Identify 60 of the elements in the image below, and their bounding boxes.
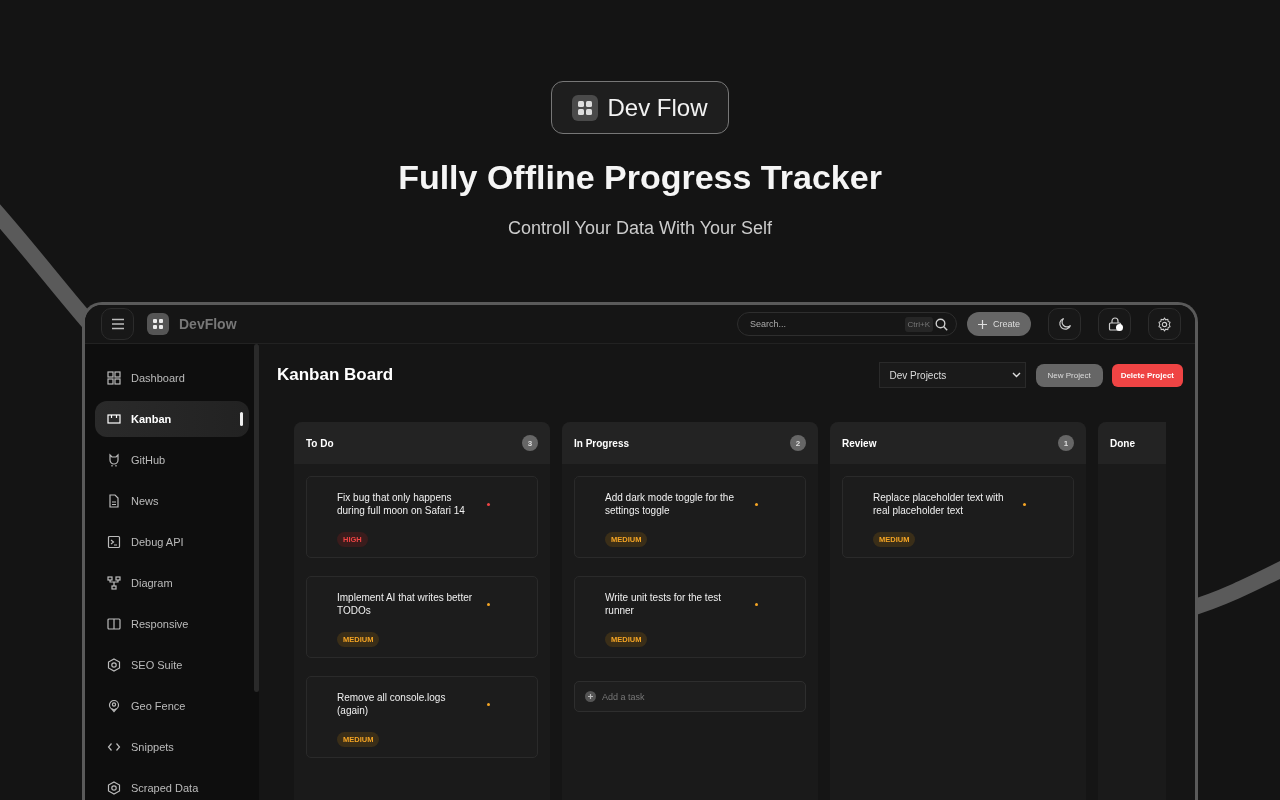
sidebar-item[interactable]: Responsive — [95, 606, 249, 642]
task-title: Fix bug that only happens during full moon on Safari 14 — [337, 491, 466, 517]
grid-icon — [107, 371, 121, 385]
add-task-button[interactable]: Add a task — [574, 681, 806, 712]
brand-name: Dev Flow — [607, 93, 708, 122]
sidebar-item[interactable]: News — [95, 483, 249, 519]
new-project-button[interactable]: New Project — [1035, 363, 1103, 387]
logo-icon — [147, 313, 169, 335]
task-title: Write unit tests for the test runner — [605, 591, 722, 617]
count-badge: 3 — [522, 435, 538, 451]
lock-icon — [1107, 317, 1122, 331]
terminal-icon — [107, 535, 121, 549]
hero-title: Fully Offline Progress Tracker — [398, 157, 882, 197]
document-icon — [107, 494, 121, 508]
moon-icon — [1057, 317, 1072, 331]
create-button[interactable]: Create — [967, 312, 1031, 336]
nodes-icon — [107, 576, 121, 590]
settings-button[interactable] — [1148, 308, 1181, 340]
project-dropdown[interactable]: Dev Projects — [878, 362, 1026, 388]
menu-button[interactable] — [101, 308, 134, 340]
search-icon — [935, 318, 948, 331]
sidebar-item[interactable]: Debug API — [95, 524, 249, 560]
menu-icon — [110, 318, 125, 330]
sidebar-item[interactable]: Snippets — [95, 729, 249, 765]
lock-button[interactable] — [1098, 308, 1131, 340]
app-name: DevFlow — [179, 316, 237, 332]
board-icon — [107, 412, 121, 426]
hexagon-icon — [107, 781, 121, 795]
sidebar-item[interactable]: SEO Suite — [95, 647, 249, 683]
delete-project-button[interactable]: Delete Project — [1111, 363, 1183, 387]
cat-icon — [107, 453, 121, 467]
plus-icon — [978, 319, 987, 329]
task-title: Remove all console.logs (again) — [337, 691, 447, 717]
shortcut-hint: Ctrl+K — [904, 317, 933, 332]
hero-subtitle: Controll Your Data With Your Self — [507, 217, 773, 239]
settings-icon — [1157, 316, 1172, 332]
sidebar-item[interactable]: Kanban — [95, 401, 249, 437]
hexagon-icon — [107, 658, 121, 672]
count-badge: 2 — [790, 435, 806, 451]
task-title: Implement AI that writes better TODOs — [337, 591, 474, 617]
sidebar-item[interactable]: Diagram — [95, 565, 249, 601]
sidebar-item[interactable]: Geo Fence — [95, 688, 249, 724]
sidebar-item[interactable]: Scraped Data — [95, 770, 249, 800]
pin-icon — [107, 699, 121, 713]
theme-button[interactable] — [1048, 308, 1081, 340]
chevron-icon — [1011, 372, 1021, 378]
count-badge: 1 — [1058, 435, 1074, 451]
column-title: Done — [1110, 437, 1135, 449]
column-title: To Do — [306, 437, 334, 449]
page-title: Kanban Board — [277, 365, 394, 385]
plus-icon — [585, 691, 596, 702]
logo-icon — [572, 94, 599, 121]
sidebar-item[interactable]: Dashboard — [95, 360, 249, 396]
sidebar-item[interactable]: GitHub — [95, 442, 249, 478]
column-title: In Progress — [574, 437, 630, 449]
task-title: Replace placeholder text with real placeholder text — [873, 491, 1005, 517]
column-title: Review — [842, 437, 877, 449]
task-title: Add dark mode toggle for the settings toggle — [605, 491, 735, 517]
columns-icon — [107, 617, 121, 631]
active-indicator — [240, 412, 243, 426]
